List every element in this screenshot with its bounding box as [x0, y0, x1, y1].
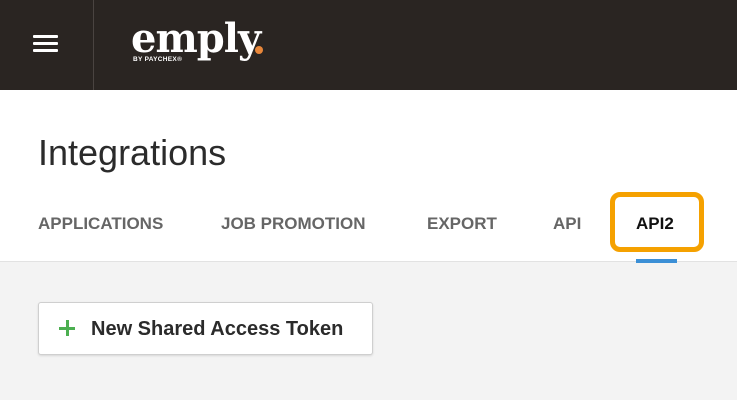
- plus-icon-vertical: [65, 320, 69, 336]
- emply-logo[interactable]: emply BY PAYCHEX®: [131, 16, 271, 68]
- tab-api[interactable]: API: [553, 214, 581, 234]
- tab-highlight-box: [610, 192, 704, 252]
- tab-export[interactable]: EXPORT: [427, 214, 497, 234]
- new-shared-access-token-button[interactable]: New Shared Access Token: [38, 302, 373, 355]
- top-bar: emply BY PAYCHEX®: [0, 0, 737, 90]
- page-header: Integrations APPLICATIONS JOB PROMOTION …: [0, 90, 737, 263]
- logo-tagline: BY PAYCHEX®: [133, 56, 183, 63]
- hamburger-menu-button[interactable]: [0, 0, 92, 90]
- hamburger-menu-icon-line: [33, 49, 58, 52]
- tab-applications[interactable]: APPLICATIONS: [38, 214, 163, 234]
- active-tab-indicator: [636, 259, 677, 263]
- logo-dot: [255, 46, 263, 54]
- plus-icon: [59, 320, 75, 336]
- topbar-divider: [93, 0, 94, 90]
- tab-job-promotion[interactable]: JOB PROMOTION: [221, 214, 366, 234]
- page-title: Integrations: [38, 132, 227, 173]
- new-shared-access-token-label: New Shared Access Token: [91, 318, 344, 340]
- hamburger-menu-icon-line: [33, 42, 58, 45]
- hamburger-menu-icon: [33, 35, 58, 38]
